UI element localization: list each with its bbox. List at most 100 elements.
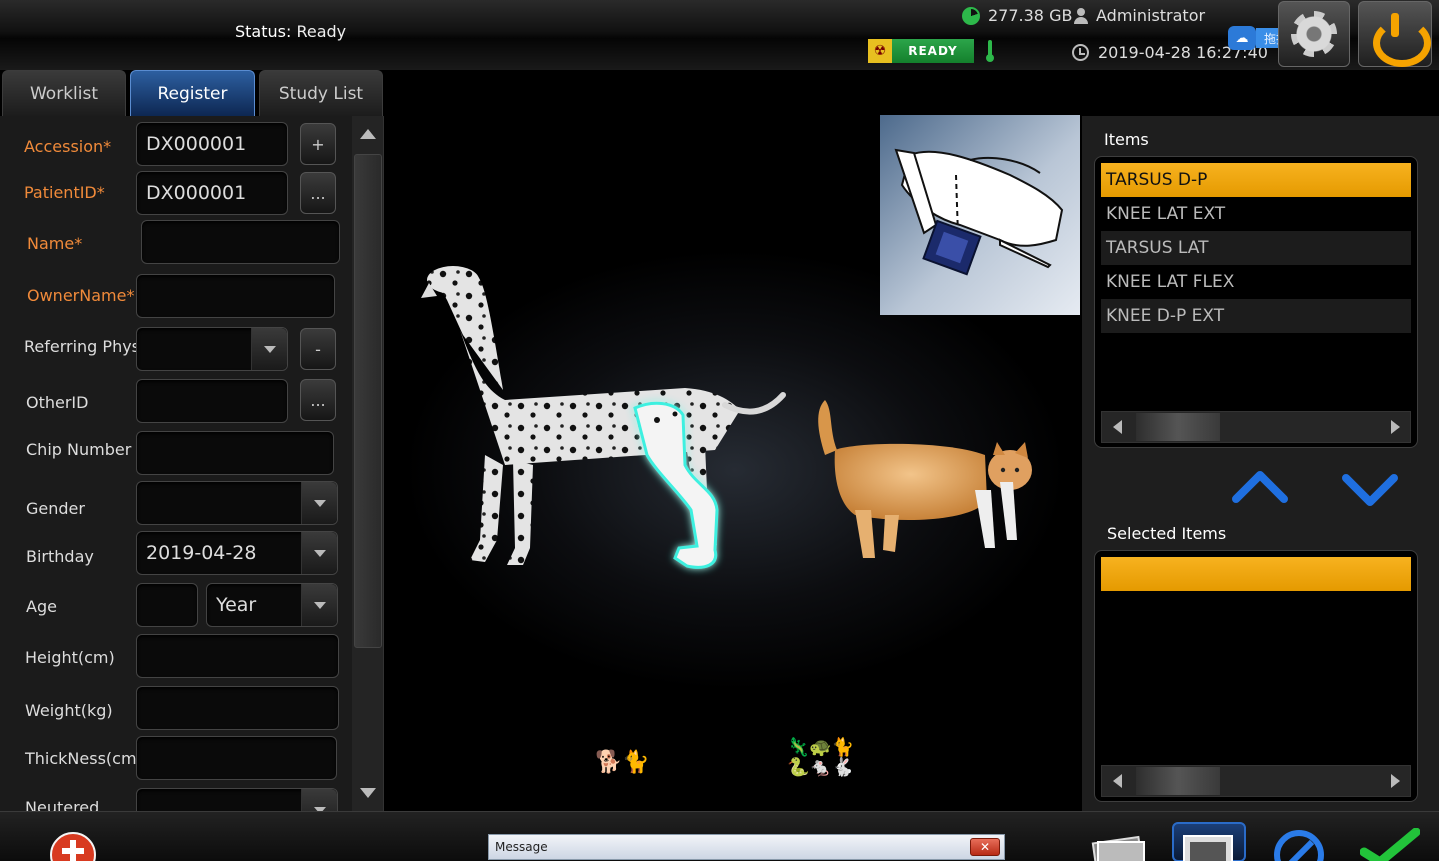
message-title: Message — [495, 840, 548, 854]
scroll-up-icon[interactable] — [354, 118, 382, 150]
neutered-label: Neutered — [25, 798, 100, 811]
thickness-field[interactable] — [136, 736, 337, 780]
image-stack-icon[interactable] — [1088, 830, 1148, 861]
chip-number-field[interactable] — [136, 431, 334, 475]
selected-items-title: Selected Items — [1107, 524, 1227, 543]
clock-icon — [1072, 44, 1089, 61]
exotic-species-icon[interactable]: 🦎🐢🐈 🐍🐁🐇 — [787, 738, 854, 778]
selected-items-list[interactable] — [1094, 550, 1418, 802]
dog-figure[interactable] — [421, 266, 786, 569]
status-label: Status: — [235, 22, 292, 41]
scroll-right-icon[interactable] — [1380, 412, 1410, 442]
acquire-image-button[interactable] — [1172, 822, 1246, 861]
positioning-illustration — [894, 148, 1064, 276]
patient-id-field[interactable]: DX000001 — [136, 171, 288, 215]
patient-id-browse-button[interactable]: ... — [300, 172, 336, 214]
ready-badge: READY — [892, 39, 974, 63]
age-label: Age — [26, 597, 57, 616]
confirm-check-icon[interactable] — [1360, 828, 1420, 861]
tab-worklist[interactable]: Worklist — [2, 70, 126, 116]
patient-id-label: PatientID* — [24, 183, 105, 202]
positioning-diagram — [880, 115, 1080, 315]
top-bar: Status: Ready 277.38 GB Administrator 20… — [0, 0, 1439, 70]
weight-label: Weight(kg) — [25, 701, 113, 720]
thickness-label: ThickNess(cm) — [25, 749, 143, 768]
name-label: Name* — [27, 234, 83, 253]
remove-referring-phys-button[interactable]: - — [300, 328, 336, 370]
other-id-browse-button[interactable]: ... — [300, 379, 336, 421]
chevron-down-icon[interactable] — [301, 532, 337, 574]
move-up-button[interactable] — [1232, 469, 1288, 503]
list-item[interactable] — [1101, 557, 1411, 591]
bottom-toolbar: Message ✕ — [0, 811, 1439, 861]
chevron-down-icon[interactable] — [301, 584, 337, 626]
age-unit-select[interactable]: Year — [206, 583, 338, 627]
scroll-thumb[interactable] — [1136, 767, 1220, 795]
register-form: Accession* DX000001 + PatientID* DX00000… — [0, 116, 384, 811]
gender-select[interactable] — [136, 481, 338, 525]
protocol-panel: Items TARSUS D-P KNEE LAT EXT TARSUS LAT… — [1082, 116, 1439, 811]
power-button[interactable] — [1358, 1, 1432, 67]
items-list[interactable]: TARSUS D-P KNEE LAT EXT TARSUS LAT KNEE … — [1094, 156, 1418, 448]
scroll-thumb[interactable] — [354, 154, 382, 648]
close-icon[interactable]: ✕ — [970, 838, 1000, 856]
list-item[interactable]: TARSUS D-P — [1101, 163, 1411, 197]
chevron-down-icon[interactable] — [251, 328, 287, 370]
status-value: Ready — [296, 22, 347, 41]
form-scrollbar[interactable] — [352, 116, 383, 811]
referring-phys-select[interactable] — [136, 327, 288, 371]
scroll-right-icon[interactable] — [1380, 766, 1410, 796]
scroll-left-icon[interactable] — [1102, 766, 1132, 796]
selected-items-hscrollbar[interactable] — [1101, 765, 1411, 797]
status-indicator: Status: Ready — [235, 22, 346, 41]
temperature-icon — [986, 40, 994, 62]
weight-field[interactable] — [136, 686, 339, 730]
image-icon — [1183, 835, 1233, 861]
move-down-button[interactable] — [1342, 472, 1398, 506]
list-item[interactable]: TARSUS LAT — [1101, 231, 1411, 265]
other-id-label: OtherID — [26, 393, 89, 412]
disk-free-text: 277.38 GB — [988, 6, 1073, 25]
chip-number-label: Chip Number — [26, 440, 132, 459]
generator-icon: ☢ — [868, 39, 892, 63]
disk-usage-icon — [962, 6, 980, 25]
message-bar: Message ✕ — [488, 834, 1005, 860]
scroll-thumb[interactable] — [1136, 413, 1220, 441]
dog-cat-species-icon[interactable]: 🐕🐈 — [595, 750, 650, 775]
scroll-left-icon[interactable] — [1102, 412, 1132, 442]
anatomy-selector: 🐕🐈 🦎🐢🐈 🐍🐁🐇 — [385, 70, 1081, 811]
add-accession-button[interactable]: + — [300, 123, 336, 165]
tab-study-list[interactable]: Study List — [259, 70, 383, 116]
cloud-upload-icon[interactable]: ☁ — [1228, 26, 1256, 50]
main-tabs: Worklist Register Study List — [0, 70, 383, 116]
referring-phys-label: Referring Phys — [24, 337, 141, 356]
settings-button[interactable] — [1278, 1, 1350, 67]
cancel-icon[interactable] — [1272, 828, 1326, 861]
current-user: Administrator — [1074, 6, 1205, 25]
chevron-down-icon[interactable] — [301, 482, 337, 524]
tab-register[interactable]: Register — [130, 70, 255, 116]
disk-space: 277.38 GB — [962, 6, 1072, 25]
birthday-picker[interactable]: 2019-04-28 — [136, 531, 338, 575]
height-field[interactable] — [136, 634, 339, 678]
accession-label: Accession* — [24, 137, 112, 156]
list-item[interactable]: KNEE LAT EXT — [1101, 197, 1411, 231]
items-hscrollbar[interactable] — [1101, 411, 1411, 443]
list-item[interactable]: KNEE D-P EXT — [1101, 299, 1411, 333]
name-field[interactable] — [141, 220, 340, 264]
device-ready-indicator: ☢ READY — [868, 39, 974, 63]
gender-label: Gender — [26, 499, 85, 518]
birthday-label: Birthday — [26, 547, 94, 566]
age-field[interactable] — [136, 583, 198, 627]
list-item[interactable]: KNEE LAT FLEX — [1101, 265, 1411, 299]
height-label: Height(cm) — [25, 648, 115, 667]
other-id-field[interactable] — [136, 379, 288, 423]
scroll-down-icon[interactable] — [354, 777, 382, 809]
neutered-select[interactable] — [136, 788, 338, 811]
add-patient-icon[interactable] — [50, 832, 96, 861]
accession-field[interactable]: DX000001 — [136, 122, 288, 166]
user-icon — [1074, 7, 1088, 24]
owner-name-field[interactable] — [136, 274, 335, 318]
cat-figure[interactable] — [818, 400, 1032, 558]
chevron-down-icon[interactable] — [301, 789, 337, 811]
